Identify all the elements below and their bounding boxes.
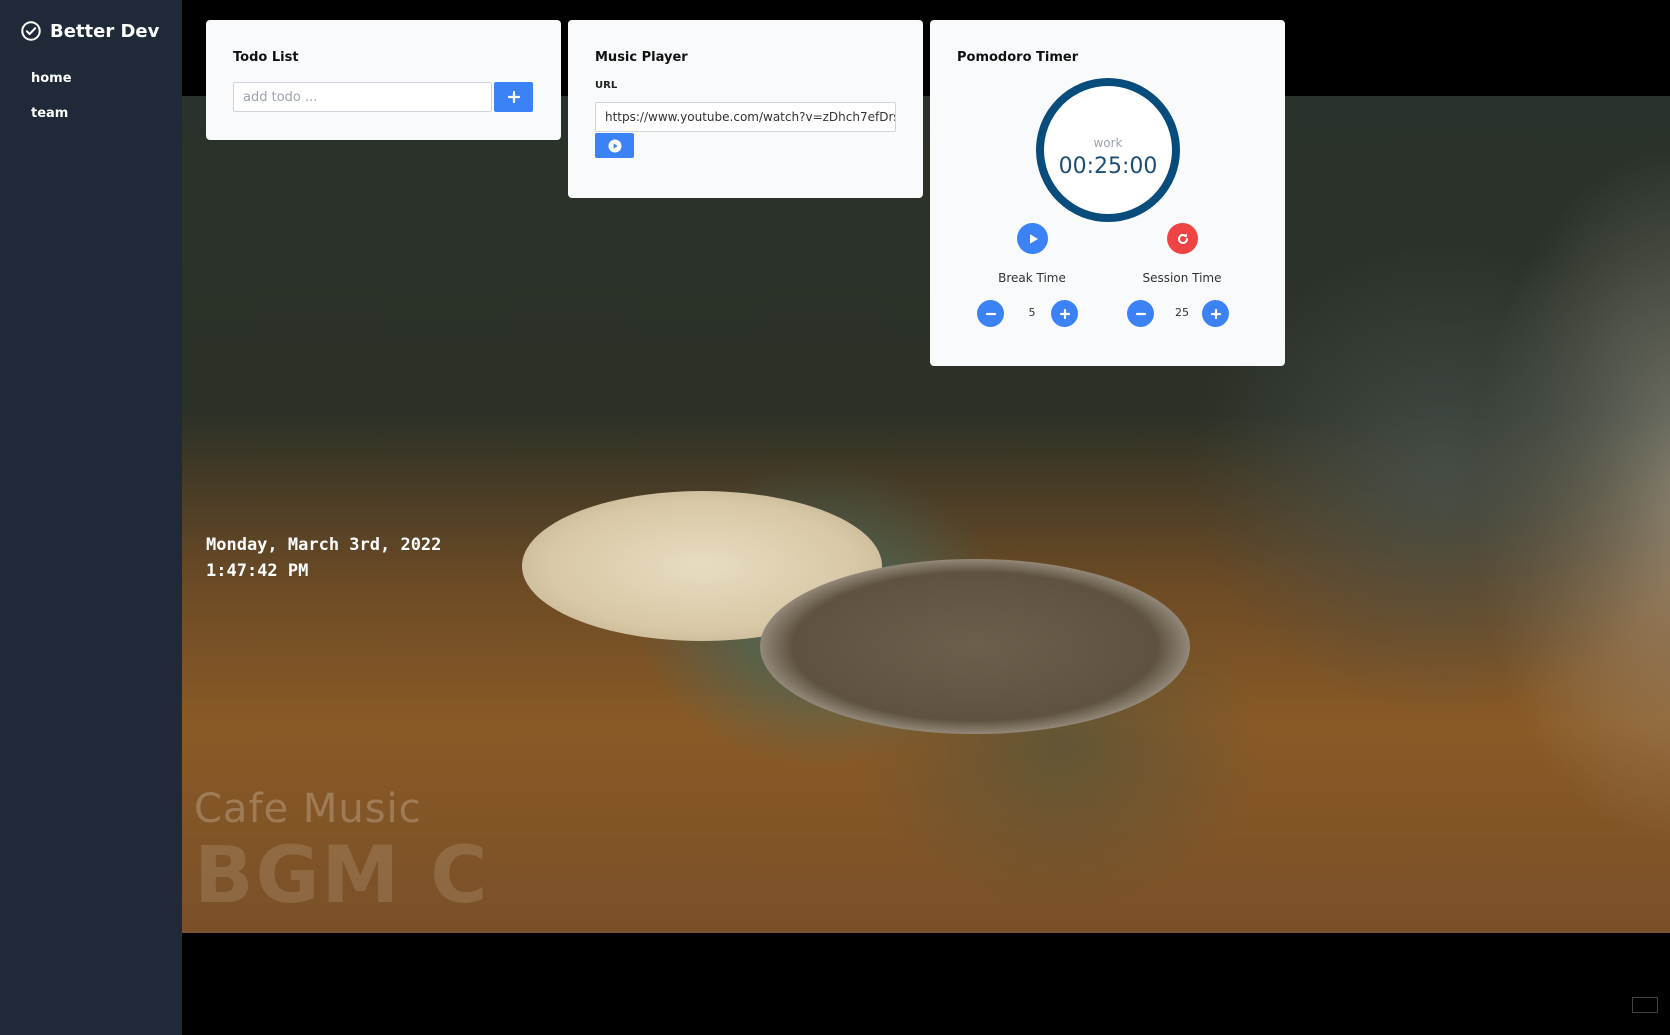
timer-mode: work [1093,136,1123,150]
break-increment-button[interactable] [1051,300,1078,327]
clock-date: Monday, March 3rd, 2022 [206,535,442,555]
pomodoro-card: Pomodoro Timer work 00:25:00 Break Time … [930,20,1285,366]
video-watermark: Cafe Music [194,786,422,832]
minus-icon [985,312,996,315]
brand[interactable]: Better Dev [20,20,159,42]
session-time-label: Session Time [1142,271,1222,285]
todo-card: Todo List [206,20,561,140]
plus-icon [1210,308,1221,319]
play-icon [1029,233,1038,244]
minus-icon [1135,312,1146,315]
video-watermark-logo: BGM C [194,831,490,921]
refresh-icon [1177,232,1188,244]
plus-icon [507,90,520,104]
url-label: URL [595,80,618,91]
check-circle-icon [21,21,41,41]
add-todo-button[interactable] [494,82,533,112]
sidebar-item-team[interactable]: team [31,106,68,121]
todo-title: Todo List [233,50,299,65]
music-card: Music Player URL [568,20,923,198]
session-increment-button[interactable] [1202,300,1229,327]
break-time-value: 5 [1028,306,1036,319]
reset-button[interactable] [1167,223,1198,254]
play-circle-icon [608,139,621,152]
music-play-button[interactable] [595,133,634,158]
todo-input[interactable] [233,82,492,112]
session-time-value: 25 [1175,306,1189,319]
break-time-label: Break Time [998,271,1066,285]
sidebar-item-home[interactable]: home [31,71,72,86]
break-decrement-button[interactable] [977,300,1004,327]
plus-icon [1059,308,1070,319]
cup-right [760,559,1190,734]
brand-name: Better Dev [50,20,160,42]
timer-display: 00:25:00 [1058,154,1158,179]
pomodoro-title: Pomodoro Timer [957,50,1079,65]
clock-time: 1:47:42 PM [206,561,309,581]
session-decrement-button[interactable] [1127,300,1154,327]
video-corner-logo [1632,997,1658,1013]
music-title: Music Player [595,50,688,65]
background-video: Cafe Music BGM C [182,96,1670,933]
sidebar: Better Dev home team [0,0,182,1035]
timer-ring: work 00:25:00 [1036,78,1180,222]
clock: Monday, March 3rd, 2022 1:47:42 PM [206,532,441,584]
url-input[interactable] [595,102,896,132]
start-button[interactable] [1017,223,1048,254]
